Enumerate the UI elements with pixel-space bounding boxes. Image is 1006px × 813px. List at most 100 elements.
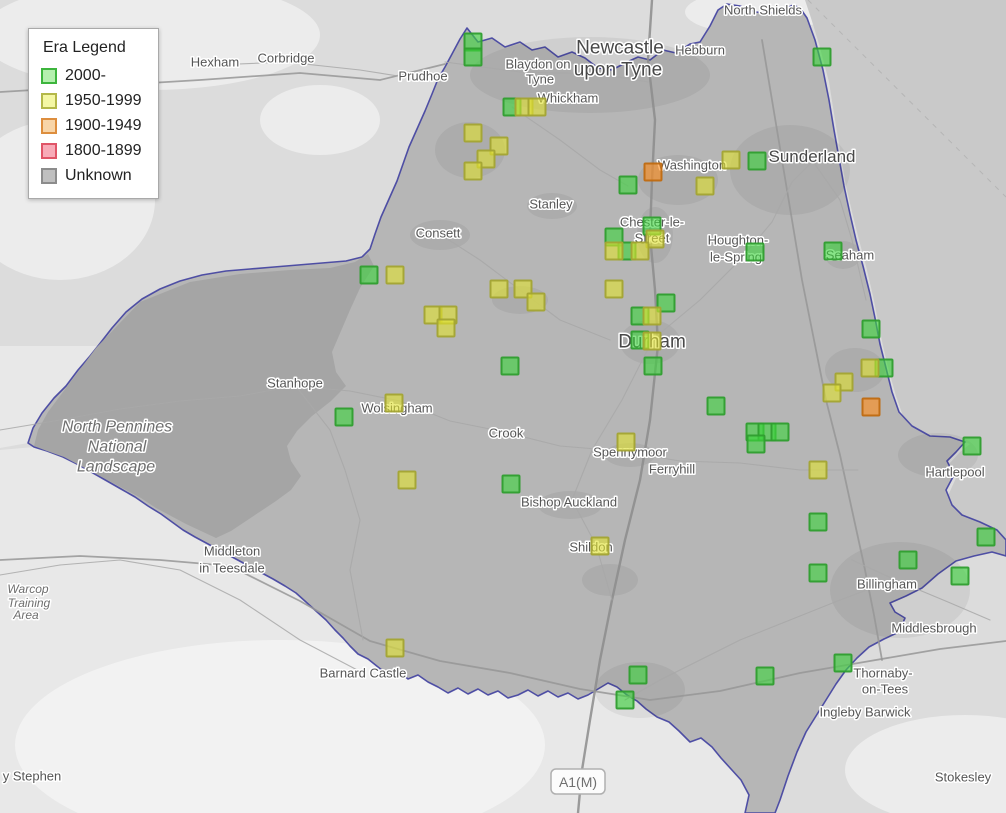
era-marker-2000[interactable] [334, 407, 354, 427]
era-marker-2000[interactable] [833, 653, 853, 673]
era-marker-2000[interactable] [618, 175, 638, 195]
legend-swatch [41, 142, 57, 159]
era-marker-1900[interactable] [861, 397, 881, 417]
era-marker-1950[interactable] [527, 97, 547, 117]
era-marker-1950[interactable] [385, 638, 405, 658]
era-marker-1950[interactable] [385, 265, 405, 285]
legend-swatch [41, 92, 57, 109]
place-label: Ingleby Barwick [819, 705, 911, 720]
place-label: on-Tees [862, 682, 909, 697]
place-label: Stokesley [935, 770, 992, 785]
era-marker-1950[interactable] [436, 318, 456, 338]
era-marker-2000[interactable] [747, 151, 767, 171]
legend-item-unknown: Unknown [41, 163, 142, 188]
era-marker-2000[interactable] [976, 527, 996, 547]
era-marker-2000[interactable] [706, 396, 726, 416]
place-label: Newcastle [576, 38, 664, 59]
place-label: Area [12, 608, 39, 622]
legend-label: 1800-1899 [65, 141, 142, 159]
legend-items: 2000- 1950-1999 1900-1949 1800-1899 Unknown [41, 63, 142, 188]
era-marker-1950[interactable] [695, 176, 715, 196]
place-label: North Shields [724, 3, 803, 18]
place-label: Warcop [7, 582, 48, 596]
era-marker-1950[interactable] [604, 241, 624, 261]
era-marker-2000[interactable] [861, 319, 881, 339]
place-label: Stanhope [267, 376, 323, 391]
era-marker-1950[interactable] [604, 279, 624, 299]
era-marker-1950[interactable] [489, 279, 509, 299]
era-marker-1950[interactable] [808, 460, 828, 480]
map-canvas[interactable]: A1(M) North Shields Newcastle upon Tyne Hebb… [0, 0, 1006, 813]
place-label: Whickham [538, 91, 599, 106]
place-label: Hartlepool [925, 465, 984, 480]
era-marker-2000[interactable] [812, 47, 832, 67]
era-marker-2000[interactable] [823, 241, 843, 261]
era-marker-2000[interactable] [962, 436, 982, 456]
legend-swatch [41, 117, 57, 134]
era-marker-1950[interactable] [721, 150, 741, 170]
legend-label: Unknown [65, 166, 132, 184]
era-marker-2000[interactable] [898, 550, 918, 570]
road-shield-label: A1(M) [559, 774, 597, 790]
place-label: Sunderland [769, 147, 856, 166]
place-label: Stanley [529, 197, 573, 212]
era-legend: Era Legend 2000- 1950-1999 1900-1949 1800-1… [28, 28, 159, 199]
era-marker-2000[interactable] [745, 242, 765, 262]
era-marker-1950[interactable] [397, 470, 417, 490]
era-marker-2000[interactable] [500, 356, 520, 376]
era-marker-1950[interactable] [526, 292, 546, 312]
era-marker-1950[interactable] [822, 383, 842, 403]
era-marker-2000[interactable] [770, 422, 790, 442]
era-marker-2000[interactable] [643, 356, 663, 376]
era-marker-2000[interactable] [463, 47, 483, 67]
era-marker-2000[interactable] [501, 474, 521, 494]
era-marker-1950[interactable] [630, 241, 650, 261]
light-terrain-patch [260, 85, 380, 155]
place-label: y Stephen [3, 769, 62, 784]
era-marker-2000[interactable] [615, 690, 635, 710]
place-label: Ferryhill [649, 462, 695, 477]
place-label: Hebburn [675, 43, 725, 58]
place-label: Corbridge [257, 51, 314, 66]
era-marker-1950[interactable] [616, 432, 636, 452]
place-label: North Pennines [62, 419, 172, 436]
era-marker-2000[interactable] [746, 434, 766, 454]
era-marker-2000[interactable] [808, 512, 828, 532]
legend-title: Era Legend [43, 39, 126, 56]
place-label: Billingham [857, 577, 917, 592]
place-label: Washington [658, 158, 726, 173]
place-label: Bishop Auckland [521, 495, 617, 510]
era-marker-1950[interactable] [860, 358, 880, 378]
legend-label: 1900-1949 [65, 116, 142, 134]
era-marker-2000[interactable] [950, 566, 970, 586]
place-label: Hexham [191, 55, 239, 70]
place-label: in Teesdale [199, 561, 265, 576]
place-label: Landscape [77, 459, 155, 476]
era-marker-1950[interactable] [463, 123, 483, 143]
era-marker-1950[interactable] [384, 393, 404, 413]
place-label: upon Tyne [574, 60, 662, 81]
era-marker-1950[interactable] [642, 331, 662, 351]
era-marker-2000[interactable] [628, 665, 648, 685]
legend-item-2000-: 2000- [41, 63, 142, 88]
era-marker-1950[interactable] [642, 306, 662, 326]
place-label: Thornaby- [853, 666, 912, 681]
era-marker-1900[interactable] [643, 162, 663, 182]
place-label: Blaydon on [505, 57, 570, 72]
era-marker-1950[interactable] [590, 536, 610, 556]
legend-label: 1950-1999 [65, 91, 142, 109]
place-label: Barnard Castle [320, 666, 407, 681]
legend-item-1800-1899: 1800-1899 [41, 138, 142, 163]
place-label: National [88, 439, 147, 456]
legend-label: 2000- [65, 66, 106, 84]
era-marker-2000[interactable] [359, 265, 379, 285]
era-marker-2000[interactable] [755, 666, 775, 686]
era-marker-1950[interactable] [463, 161, 483, 181]
era-marker-2000[interactable] [808, 563, 828, 583]
legend-swatch [41, 167, 57, 184]
legend-item-1900-1949: 1900-1949 [41, 113, 142, 138]
place-label: Consett [416, 226, 461, 241]
legend-item-1950-1999: 1950-1999 [41, 88, 142, 113]
place-label: Middlesbrough [891, 621, 976, 636]
place-label: Middleton [204, 544, 260, 559]
